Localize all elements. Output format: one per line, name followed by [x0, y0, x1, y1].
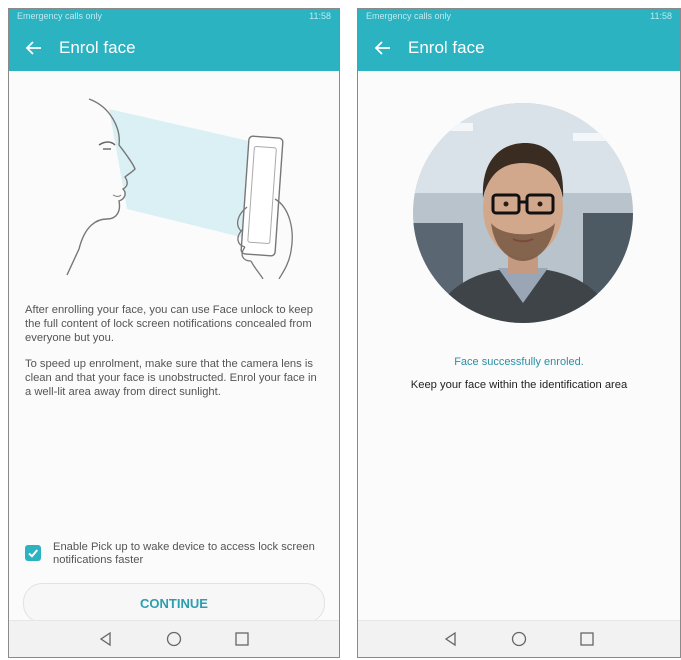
intro-content: After enrolling your face, you can use F… — [9, 71, 339, 623]
page-title: Enrol face — [408, 38, 485, 57]
app-bar: Enrol face — [9, 25, 339, 71]
enrol-face-success-screen: Emergency calls only 11:58 Enrol face Fa… — [357, 8, 681, 658]
back-button[interactable] — [372, 37, 394, 59]
square-recents-icon — [580, 632, 594, 646]
face-camera-preview — [413, 103, 633, 323]
intro-paragraph-2: To speed up enrolment, make sure that th… — [25, 358, 317, 398]
status-time: 11:58 — [650, 11, 672, 21]
nav-back-button[interactable] — [437, 625, 465, 653]
pickup-wake-checkbox[interactable] — [25, 545, 41, 561]
success-content: Face successfully enroled. Keep your fac… — [358, 71, 680, 621]
nav-recents-button[interactable] — [573, 625, 601, 653]
nav-home-button[interactable] — [505, 625, 533, 653]
face-scan-illustration — [66, 98, 293, 279]
status-carrier: Emergency calls only — [17, 11, 103, 21]
arrow-left-icon — [25, 41, 41, 55]
arrow-left-icon — [374, 41, 390, 55]
nav-recents-button[interactable] — [228, 625, 256, 653]
back-button[interactable] — [23, 37, 45, 59]
nav-back-button[interactable] — [92, 625, 120, 653]
circle-home-icon — [166, 631, 182, 647]
app-bar: Enrol face — [358, 25, 680, 71]
triangle-back-icon — [444, 631, 456, 647]
face-photo — [413, 103, 633, 323]
identification-instruction: Keep your face within the identification… — [410, 379, 628, 391]
status-bar: Emergency calls only 11:58 — [9, 9, 339, 25]
system-nav-bar — [358, 620, 680, 657]
square-recents-icon — [235, 632, 249, 646]
checkmark-icon — [28, 549, 39, 558]
pickup-wake-option[interactable]: Enable Pick up to wake device to access … — [25, 541, 319, 567]
status-time: 11:58 — [309, 11, 331, 21]
enrol-success-message: Face successfully enroled. — [454, 356, 584, 368]
status-bar: Emergency calls only 11:58 — [358, 9, 680, 25]
page-title: Enrol face — [59, 38, 136, 57]
triangle-back-icon — [99, 631, 111, 647]
circle-home-icon — [511, 631, 527, 647]
enrol-face-intro-screen: Emergency calls only 11:58 Enrol face Af… — [8, 8, 340, 658]
intro-paragraph-1: After enrolling your face, you can use F… — [25, 304, 313, 344]
continue-button[interactable]: CONTINUE — [23, 583, 325, 623]
nav-home-button[interactable] — [160, 625, 188, 653]
status-carrier: Emergency calls only — [366, 11, 452, 21]
pickup-wake-label: Enable Pick up to wake device to access … — [53, 541, 315, 566]
system-nav-bar — [9, 620, 339, 657]
